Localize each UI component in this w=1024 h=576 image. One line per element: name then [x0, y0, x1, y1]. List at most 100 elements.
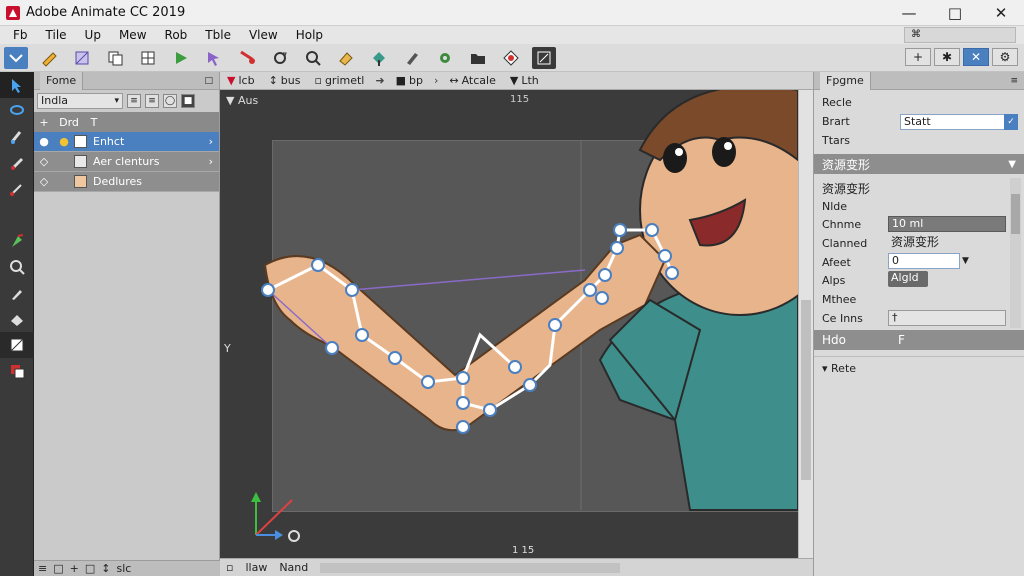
- eye-icon[interactable]: ●: [34, 135, 54, 148]
- hide-row[interactable]: Hdo F: [814, 330, 1024, 350]
- bone-joint[interactable]: [645, 223, 659, 237]
- stage-tab[interactable]: ■ bp: [389, 74, 430, 87]
- menu-item-file[interactable]: Fb: [4, 28, 37, 42]
- section-header[interactable]: 资源变形 ▼: [814, 154, 1024, 174]
- ce-input[interactable]: †: [888, 310, 1006, 326]
- footer-item[interactable]: slc: [116, 562, 131, 575]
- settings-panel-button[interactable]: ⚙: [992, 48, 1018, 66]
- onion-skin-icon[interactable]: ◯: [163, 94, 177, 108]
- scrollbar-thumb[interactable]: [801, 300, 811, 480]
- bone-joint[interactable]: [508, 360, 522, 374]
- footer-item[interactable]: ↕: [101, 562, 110, 575]
- rotate-tool-button[interactable]: [268, 47, 292, 69]
- bone-joint[interactable]: [548, 318, 562, 332]
- horizontal-scrollbar[interactable]: [320, 562, 621, 573]
- brush-tool[interactable]: [0, 124, 34, 150]
- layer-row[interactable]: ◇ Dedlures: [34, 172, 219, 192]
- stage[interactable]: ▼ Aus 115 Y 1 15: [220, 90, 798, 558]
- stage-tab[interactable]: ▼ Lth: [503, 74, 546, 87]
- footer-item[interactable]: □: [85, 562, 95, 575]
- menu-item-rob[interactable]: Rob: [156, 28, 197, 42]
- fit-stage-button[interactable]: [532, 46, 556, 69]
- menu-item-title[interactable]: Tile: [37, 28, 76, 42]
- free-transform-tool[interactable]: [0, 332, 34, 358]
- rete-section[interactable]: ▾ Rete: [822, 362, 856, 375]
- list-icon[interactable]: ≡: [127, 94, 141, 108]
- maximize-button[interactable]: □: [932, 0, 978, 26]
- camera-icon[interactable]: ■: [181, 94, 195, 108]
- marker-button[interactable]: [499, 47, 523, 69]
- bone-joint[interactable]: [311, 258, 325, 272]
- play-button[interactable]: [169, 47, 193, 69]
- timeline-icon[interactable]: ▫: [220, 561, 239, 574]
- layer-filter-select[interactable]: Indla: [37, 93, 123, 109]
- selection-tool[interactable]: [0, 72, 34, 98]
- bone-joint[interactable]: [483, 403, 497, 417]
- bottom-item[interactable]: Nand: [273, 561, 314, 574]
- layer-row-selected[interactable]: ● ● Enhct ›: [34, 132, 219, 152]
- bone-joint[interactable]: [665, 266, 679, 280]
- bone-joint[interactable]: [598, 268, 612, 282]
- lines-icon[interactable]: ≡: [145, 94, 159, 108]
- stage-tab[interactable]: ↕ bus: [262, 74, 308, 87]
- add-layer-icon[interactable]: +: [34, 116, 54, 129]
- footer-item[interactable]: ≡: [38, 562, 47, 575]
- bottom-item[interactable]: llaw: [239, 561, 273, 574]
- footer-item[interactable]: □: [53, 562, 63, 575]
- bone-joint[interactable]: [610, 241, 624, 255]
- bone-joint[interactable]: [613, 223, 627, 237]
- lock-icon[interactable]: ●: [54, 135, 74, 148]
- bone-tool-button[interactable]: [235, 47, 259, 69]
- menu-item-mew[interactable]: Mew: [110, 28, 156, 42]
- menu-item-table[interactable]: Tble: [196, 28, 240, 42]
- bone-joint[interactable]: [595, 291, 609, 305]
- stage-tab[interactable]: ↔ Atcale: [442, 74, 502, 87]
- stage-tab[interactable]: ▫ grimetl: [307, 74, 371, 87]
- zoom-tool-button[interactable]: [301, 47, 325, 69]
- eraser-tool[interactable]: [0, 306, 34, 332]
- bone-joint[interactable]: [325, 341, 339, 355]
- lasso-tool[interactable]: [0, 98, 34, 124]
- add-panel-button[interactable]: +: [905, 48, 931, 66]
- minimize-button[interactable]: —: [886, 0, 932, 26]
- subselect-tool-button[interactable]: [202, 47, 226, 69]
- bone-joint[interactable]: [523, 378, 537, 392]
- transform-tool-button[interactable]: [70, 47, 94, 69]
- workspace-switcher[interactable]: ⌘: [904, 27, 1016, 43]
- zoom-tool[interactable]: [0, 254, 34, 280]
- paint-tool[interactable]: [0, 150, 34, 176]
- layers-tab[interactable]: Fome: [40, 71, 84, 90]
- panel-menu-icon[interactable]: ≡: [1010, 76, 1018, 86]
- layer-row[interactable]: ◇ Aer clenturs ›: [34, 152, 219, 172]
- menu-item-view[interactable]: Vlew: [240, 28, 287, 42]
- bone-joint[interactable]: [583, 283, 597, 297]
- start-select[interactable]: Statt ✓: [900, 113, 1018, 130]
- bone-joint[interactable]: [658, 249, 672, 263]
- bone-joint[interactable]: [421, 375, 435, 389]
- star-panel-button[interactable]: ✱: [934, 48, 960, 66]
- bone-joint[interactable]: [456, 396, 470, 410]
- bucket-tool-button[interactable]: [367, 47, 391, 69]
- pencil-tool-button[interactable]: [37, 47, 61, 69]
- panel-menu-icon[interactable]: □: [204, 76, 213, 86]
- properties-tab[interactable]: Fpgme: [820, 71, 871, 90]
- properties-scrollbar[interactable]: [1010, 178, 1021, 328]
- selection-tool-button[interactable]: [4, 46, 28, 69]
- bone-joint[interactable]: [355, 328, 369, 342]
- scrollbar-thumb[interactable]: [1011, 194, 1020, 234]
- folder-button[interactable]: [466, 47, 490, 69]
- alpha-button[interactable]: Algld: [888, 271, 928, 287]
- bone-joint[interactable]: [345, 283, 359, 297]
- close-button[interactable]: ✕: [978, 0, 1024, 26]
- eraser-tool-button[interactable]: [334, 47, 358, 69]
- chevron-down-icon[interactable]: ▼: [962, 256, 969, 266]
- stage-vertical-scrollbar[interactable]: [798, 90, 813, 558]
- affect-input[interactable]: 0: [888, 253, 960, 269]
- channel-field[interactable]: 10 ml: [888, 216, 1006, 232]
- fill-color-tool[interactable]: [0, 358, 34, 384]
- menu-item-help[interactable]: Holp: [287, 28, 332, 42]
- bone-joint[interactable]: [456, 371, 470, 385]
- ink-tool-button[interactable]: [400, 47, 424, 69]
- bone-joint[interactable]: [261, 283, 275, 297]
- bone-joint[interactable]: [388, 351, 402, 365]
